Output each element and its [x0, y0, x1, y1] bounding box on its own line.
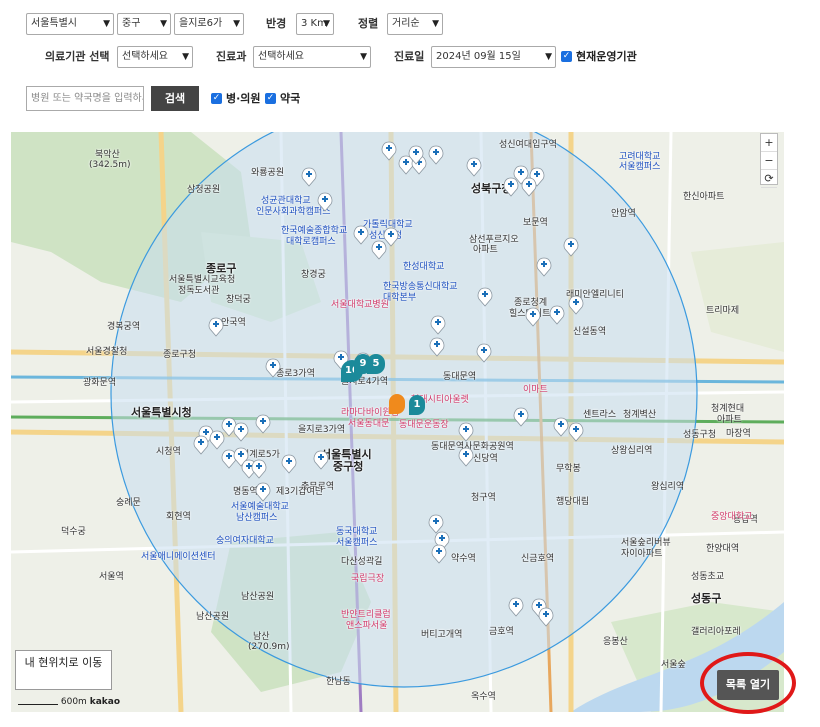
chevron-down-icon: ▼ [545, 52, 552, 62]
pin-marker[interactable] [313, 450, 329, 470]
chevron-down-icon: ▼ [233, 19, 240, 29]
search-button[interactable]: 검색 [151, 86, 199, 111]
pin-marker[interactable] [209, 430, 225, 450]
hospital-checkbox[interactable]: ✓ [211, 93, 222, 104]
pin-marker[interactable] [221, 449, 237, 469]
kakao-logo: kakao [89, 697, 121, 707]
pin-marker[interactable] [568, 422, 584, 442]
zoom-in-button[interactable]: + [761, 134, 777, 152]
pin-marker[interactable] [430, 315, 446, 335]
pin-marker[interactable] [513, 407, 529, 427]
pin-marker[interactable] [251, 459, 267, 479]
pin-marker[interactable] [301, 167, 317, 187]
pin-marker[interactable] [503, 177, 519, 197]
my-location-button[interactable]: 내 현위치로 이동 [15, 650, 112, 690]
current-location-marker [389, 394, 405, 414]
chevron-down-icon: ▼ [360, 52, 367, 62]
pin-marker[interactable] [265, 358, 281, 378]
operating-label: 현재운영기관 [576, 50, 637, 63]
dept-value: 선택하세요 [258, 51, 304, 62]
pin-marker[interactable] [563, 237, 579, 257]
pin-marker[interactable] [568, 295, 584, 315]
pin-marker[interactable] [458, 447, 474, 467]
pin-marker[interactable] [508, 597, 524, 617]
search-input[interactable]: 병원 또는 약국명을 입력하세요 [26, 86, 144, 111]
pin-marker[interactable] [208, 317, 224, 337]
pin-marker[interactable] [525, 307, 541, 327]
pharmacy-checkbox[interactable]: ✓ [265, 93, 276, 104]
dept-label: 진료과 [216, 50, 247, 63]
pin-marker[interactable] [521, 177, 537, 197]
pin-marker[interactable] [381, 141, 397, 161]
sort-select[interactable]: 거리순 ▼ [387, 13, 443, 35]
pin-marker[interactable] [428, 145, 444, 165]
cluster-marker[interactable]: 1 [409, 395, 425, 415]
pin-marker[interactable] [353, 225, 369, 245]
chevron-down-icon: ▼ [432, 19, 439, 29]
pin-marker[interactable] [466, 157, 482, 177]
map-scale: 600m kakao [18, 697, 120, 707]
facility-select[interactable]: 선택하세요 ▼ [117, 46, 193, 68]
pharmacy-label: 약국 [280, 92, 301, 105]
pin-marker[interactable] [255, 414, 271, 434]
hospital-label: 병·의원 [226, 92, 261, 105]
pin-marker[interactable] [398, 155, 414, 175]
pin-marker[interactable] [281, 454, 297, 474]
sigungu-select[interactable]: 중구 ▼ [117, 13, 171, 35]
highlight-ring [700, 652, 796, 714]
operating-checkbox[interactable]: ✓ [561, 51, 572, 62]
facility-value: 선택하세요 [122, 51, 168, 62]
pin-marker[interactable] [549, 305, 565, 325]
chevron-down-icon: ▼ [103, 19, 110, 29]
chevron-down-icon: ▼ [323, 19, 330, 29]
pin-marker[interactable] [553, 417, 569, 437]
marker-layer[interactable] [11, 132, 784, 712]
pin-marker[interactable] [233, 422, 249, 442]
sido-select[interactable]: 서울특별시 ▼ [26, 13, 114, 35]
date-label: 진료일 [394, 50, 425, 63]
map-view[interactable]: 북악산 (342.5m) 와룡공원 삼청공원 성균관대학교 인문사회과학캠퍼스 … [11, 132, 784, 712]
radius-label: 반경 [266, 17, 287, 30]
chevron-down-icon: ▼ [182, 52, 189, 62]
pin-marker[interactable] [431, 544, 447, 564]
pin-marker[interactable] [538, 607, 554, 627]
zoom-controls: + − ⟳ [760, 133, 778, 188]
pin-marker[interactable] [428, 514, 444, 534]
pin-marker[interactable] [429, 337, 445, 357]
pin-marker[interactable] [477, 287, 493, 307]
sort-label: 정렬 [358, 17, 379, 30]
zoom-out-button[interactable]: − [761, 152, 777, 170]
pin-marker[interactable] [371, 240, 387, 260]
dong-select[interactable]: 을지로6가 ▼ [174, 13, 244, 35]
radius-select[interactable]: 3 Km ▼ [296, 13, 334, 35]
date-select[interactable]: 2024년 09월 15일 ▼ [431, 46, 556, 68]
sido-value: 서울특별시 [31, 18, 77, 29]
sort-value: 거리순 [392, 18, 420, 29]
sigungu-value: 중구 [122, 18, 141, 29]
pin-marker[interactable] [255, 482, 271, 502]
scale-label: 600m [60, 697, 87, 707]
dong-value: 을지로6가 [179, 18, 223, 29]
cluster-marker[interactable]: 5 [367, 354, 385, 374]
pin-marker[interactable] [317, 192, 333, 212]
pin-marker[interactable] [536, 257, 552, 277]
scale-bar [18, 698, 58, 705]
pin-marker[interactable] [458, 422, 474, 442]
refresh-icon[interactable]: ⟳ [761, 170, 777, 188]
dept-select[interactable]: 선택하세요 ▼ [253, 46, 371, 68]
pin-marker[interactable] [193, 435, 209, 455]
pin-marker[interactable] [383, 227, 399, 247]
date-value: 2024년 09월 15일 [436, 51, 521, 62]
facility-label: 의료기관 선택 [45, 50, 110, 63]
pin-marker[interactable] [221, 417, 237, 437]
pin-marker[interactable] [476, 343, 492, 363]
chevron-down-icon: ▼ [160, 19, 167, 29]
